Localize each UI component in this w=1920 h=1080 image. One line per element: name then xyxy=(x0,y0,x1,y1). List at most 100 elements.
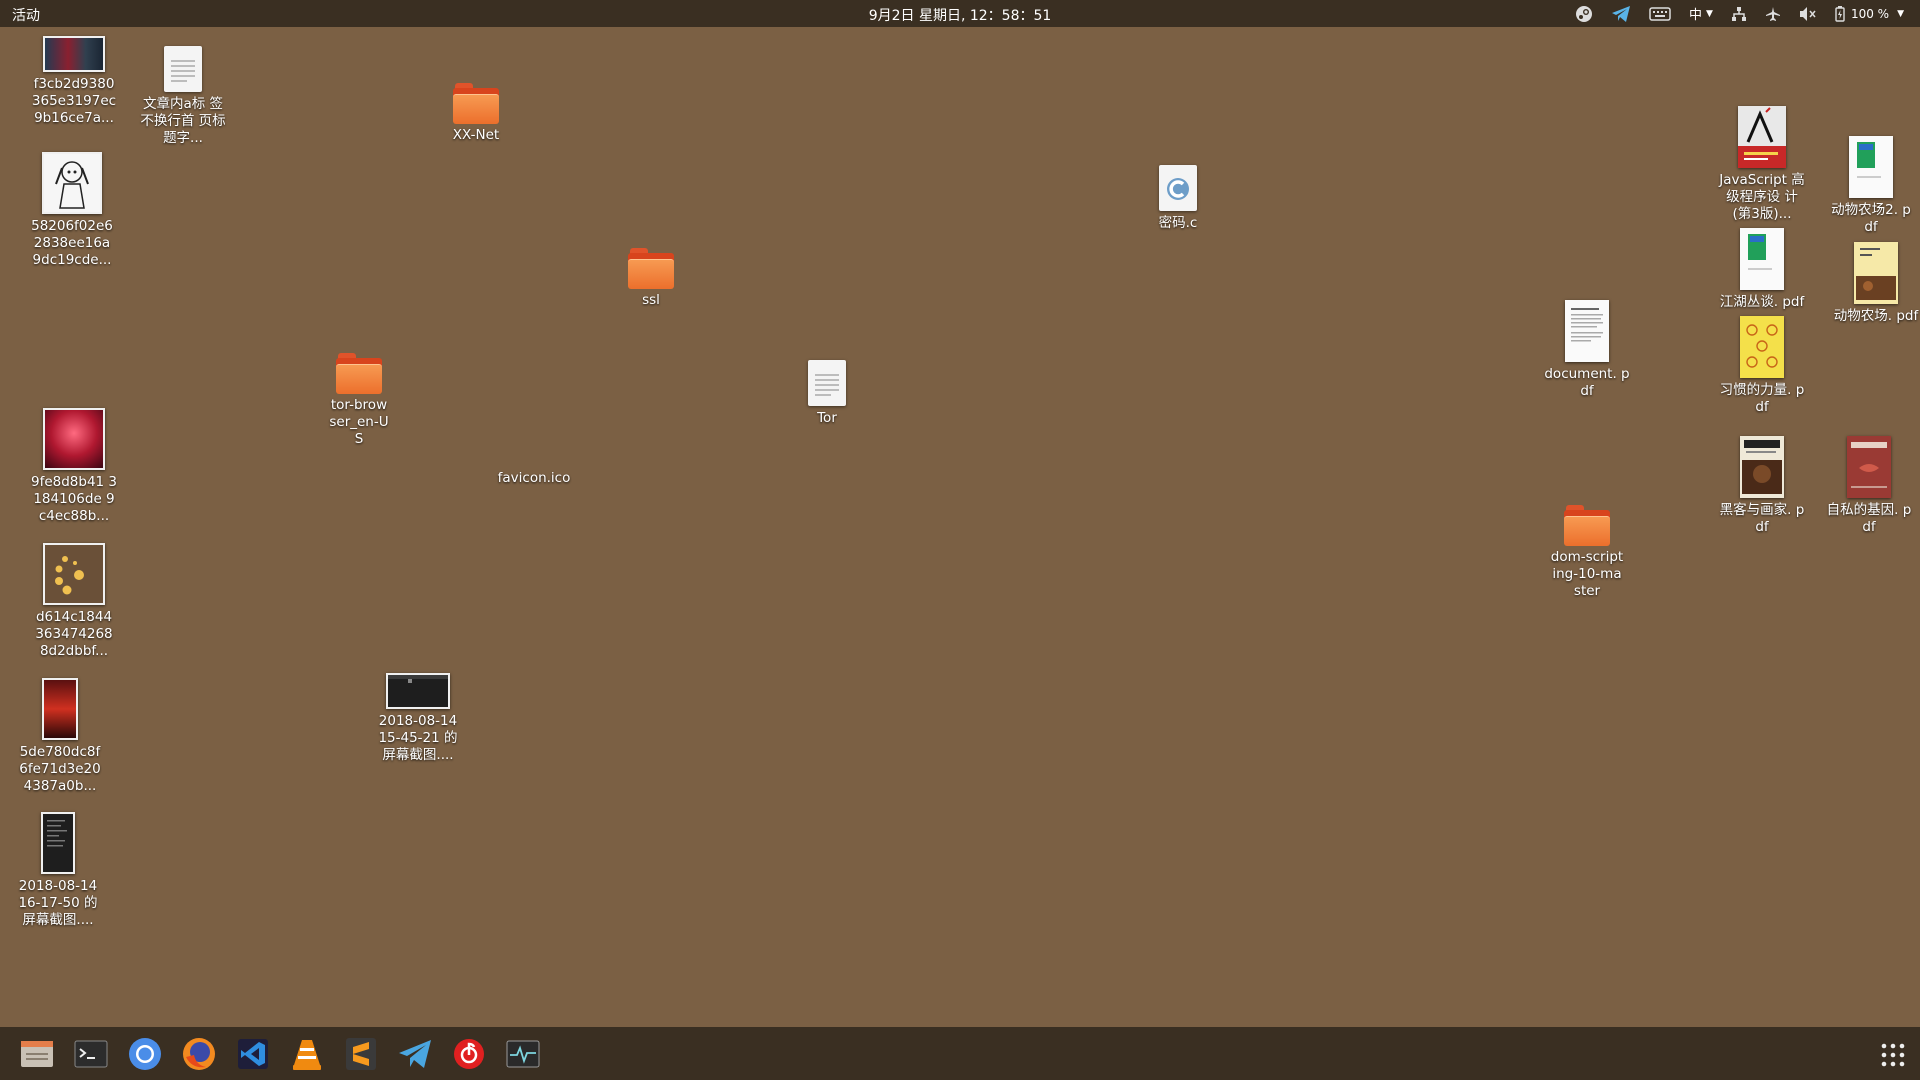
image-thumbnail xyxy=(42,152,102,214)
desktop-item-folder[interactable]: dom-scripting-10-master xyxy=(1541,505,1633,600)
activities-button[interactable]: 活动 xyxy=(12,5,40,25)
image-thumbnail xyxy=(43,543,105,605)
text-document-icon xyxy=(808,360,846,406)
desktop-item-text-document[interactable]: Tor xyxy=(781,360,873,427)
system-tray: 中 ▼ 100 % ▼ xyxy=(1575,0,1904,27)
sublime-text-icon xyxy=(346,1037,376,1070)
pdf-icon xyxy=(1849,136,1893,198)
dock-item-files[interactable] xyxy=(10,1027,64,1080)
system-monitor-icon xyxy=(506,1040,540,1067)
file-label: f3cb2d9380 365e3197ec 9b16ce7a... xyxy=(31,76,117,126)
file-label: document. pdf xyxy=(1544,366,1630,399)
dock-item-telegram[interactable] xyxy=(388,1027,442,1080)
file-label: 习惯的力量. pdf xyxy=(1719,382,1805,415)
firefox-icon xyxy=(183,1037,215,1070)
volume-muted-icon[interactable] xyxy=(1799,0,1817,27)
chevron-down-icon: ▼ xyxy=(1897,8,1904,19)
dock-item-vscode[interactable] xyxy=(226,1027,280,1080)
dock-item-chromium[interactable] xyxy=(118,1027,172,1080)
file-label: 2018-08-14 15-45-21 的 屏幕截图.... xyxy=(378,713,458,763)
desktop-item-pdf[interactable]: JavaScript 高级程序设 计(第3版)... xyxy=(1716,106,1808,223)
pdf-icon xyxy=(1740,228,1784,290)
show-applications-button[interactable] xyxy=(1880,1042,1906,1068)
file-label: 密码.c xyxy=(1158,215,1198,231)
app-grid-icon xyxy=(1881,1043,1905,1067)
desktop-item-folder[interactable]: XX-Net xyxy=(430,83,522,144)
desktop-item-image[interactable]: 2018-08-14 16-17-50 的 屏幕截图.... xyxy=(12,812,104,929)
file-label: dom-scripting-10-master xyxy=(1550,549,1624,599)
file-manager-icon xyxy=(21,1040,53,1067)
c-source-icon xyxy=(1159,165,1197,211)
battery-percent: 100 % xyxy=(1850,6,1890,21)
dock-item-terminal[interactable] xyxy=(64,1027,118,1080)
telegram-tray-icon[interactable] xyxy=(1611,0,1631,27)
dock-item-firefox[interactable] xyxy=(172,1027,226,1080)
pdf-icon xyxy=(1738,106,1786,168)
desktop-item-image[interactable]: 5de780dc8f 6fe71d3e20 4387a0b... xyxy=(14,678,106,795)
pdf-icon xyxy=(1847,436,1891,498)
desktop-item-pdf[interactable]: 习惯的力量. pdf xyxy=(1716,316,1808,416)
folder-icon xyxy=(336,353,382,394)
desktop-item-pdf[interactable]: 江湖丛谈. pdf xyxy=(1716,228,1808,311)
desktop-item-pdf[interactable]: document. pdf xyxy=(1541,300,1633,400)
desktop-item-image[interactable]: f3cb2d9380 365e3197ec 9b16ce7a... xyxy=(28,36,120,127)
pdf-icon xyxy=(1740,316,1784,378)
desktop-item-image[interactable]: d614c1844 363474268 8d2dbbf... xyxy=(28,543,120,660)
file-label: 江湖丛谈. pdf xyxy=(1719,294,1805,310)
pdf-icon xyxy=(1565,300,1609,362)
netease-music-icon xyxy=(454,1038,484,1069)
dock xyxy=(0,1027,1920,1080)
file-label: XX-Net xyxy=(452,127,500,143)
file-label: ssl xyxy=(642,292,660,308)
keyboard-icon[interactable] xyxy=(1649,0,1671,27)
desktop-item-folder[interactable]: tor-browser_en-US xyxy=(313,353,405,448)
file-label: favicon.ico xyxy=(497,470,571,486)
desktop-item-pdf[interactable]: 黑客与画家. pdf xyxy=(1716,436,1808,536)
desktop-item-c-source[interactable]: 密码.c xyxy=(1132,165,1224,232)
desktop-item-pdf[interactable]: 动物农场. pdf xyxy=(1830,242,1920,325)
pdf-icon xyxy=(1854,242,1898,304)
dock-item-netease-music[interactable] xyxy=(442,1027,496,1080)
terminal-icon xyxy=(74,1040,108,1067)
desktop-item-image[interactable]: 2018-08-14 15-45-21 的 屏幕截图.... xyxy=(372,673,464,764)
desktop-item-pdf[interactable]: 动物农场2. pdf xyxy=(1825,136,1917,236)
file-label: tor-browser_en-US xyxy=(329,397,389,447)
battery-icon xyxy=(1835,5,1845,22)
desktop-item-icon-file[interactable]: favicon.ico xyxy=(488,470,580,487)
pdf-icon xyxy=(1740,436,1784,498)
file-label: 黑客与画家. pdf xyxy=(1719,502,1805,535)
file-label: Tor xyxy=(817,410,837,426)
image-thumbnail xyxy=(386,673,450,709)
desktop-item-image[interactable]: 58206f02e6 2838ee16a 9dc19cde... xyxy=(26,152,118,269)
image-thumbnail xyxy=(42,678,78,740)
clock[interactable]: 9月2日 星期日, 12：58：51 xyxy=(869,8,1052,24)
file-label: 文章内a标 签不换行首 页标题字... xyxy=(140,96,226,146)
file-label: 58206f02e6 2838ee16a 9dc19cde... xyxy=(31,218,113,268)
dock-item-system-monitor[interactable] xyxy=(496,1027,550,1080)
image-thumbnail xyxy=(43,36,105,72)
telegram-icon xyxy=(399,1039,431,1068)
input-method-menu[interactable]: 中 ▼ xyxy=(1689,0,1713,27)
file-label: 动物农场2. pdf xyxy=(1831,202,1911,235)
image-thumbnail xyxy=(43,408,105,470)
file-label: JavaScript 高级程序设 计(第3版)... xyxy=(1719,172,1805,222)
dock-item-sublime[interactable] xyxy=(334,1027,388,1080)
image-thumbnail xyxy=(41,812,75,874)
airplane-mode-icon[interactable] xyxy=(1765,0,1781,27)
folder-icon xyxy=(453,83,499,124)
vscode-icon xyxy=(238,1038,268,1069)
file-label: 动物农场. pdf xyxy=(1833,308,1919,324)
dock-item-vlc[interactable] xyxy=(280,1027,334,1080)
battery-menu[interactable]: 100 % ▼ xyxy=(1835,0,1904,27)
file-label: 5de780dc8f 6fe71d3e20 4387a0b... xyxy=(19,744,101,794)
file-label: 9fe8d8b41 3184106de 9c4ec88b... xyxy=(30,474,118,524)
folder-icon xyxy=(628,248,674,289)
steam-icon[interactable] xyxy=(1575,0,1593,27)
desktop-item-image[interactable]: 9fe8d8b41 3184106de 9c4ec88b... xyxy=(28,408,120,525)
network-wired-icon[interactable] xyxy=(1731,0,1747,27)
folder-icon xyxy=(1564,505,1610,546)
desktop-item-folder[interactable]: ssl xyxy=(605,248,697,309)
desktop-item-text-document[interactable]: 文章内a标 签不换行首 页标题字... xyxy=(137,46,229,147)
desktop-item-pdf[interactable]: 自私的基因. pdf xyxy=(1823,436,1915,536)
chromium-icon xyxy=(129,1037,161,1070)
